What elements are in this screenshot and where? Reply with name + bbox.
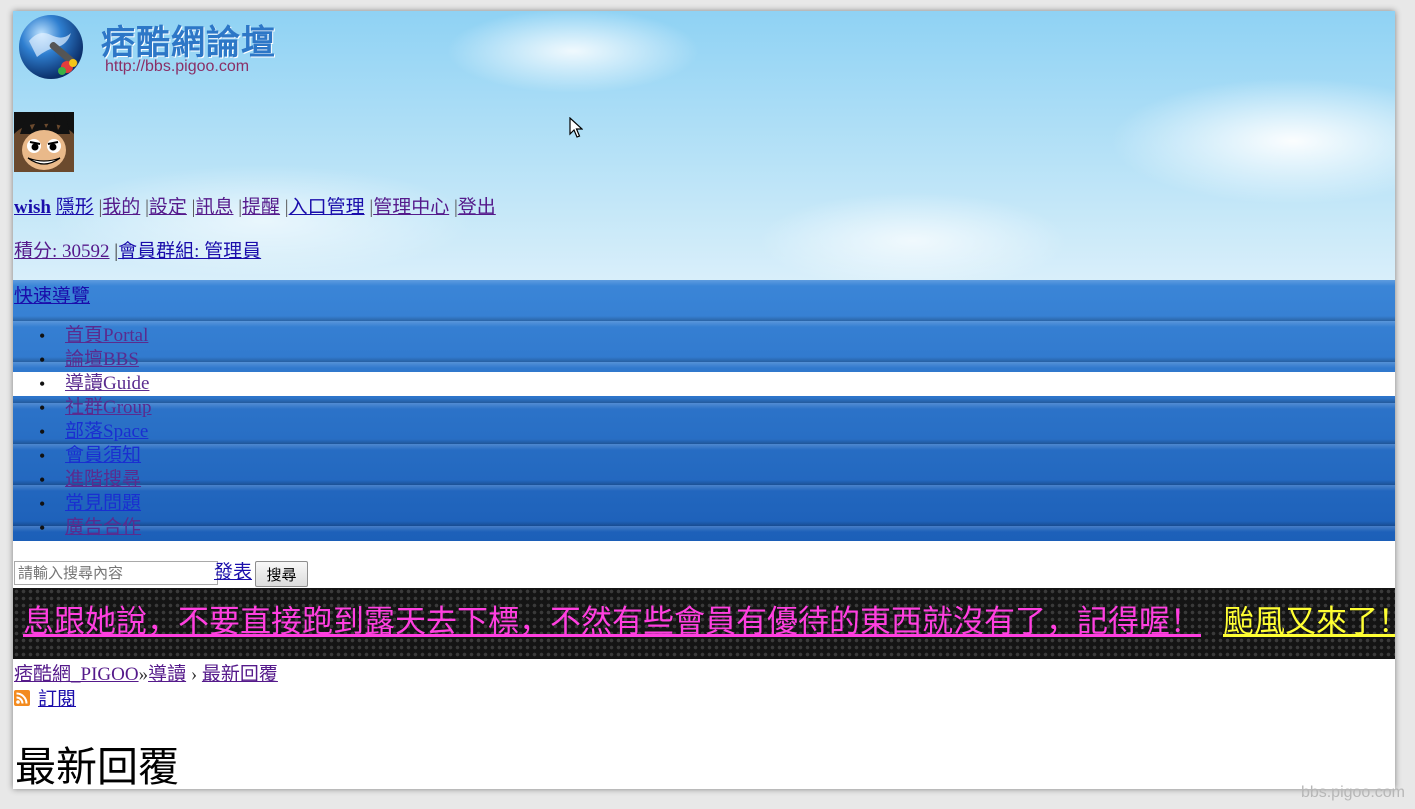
credits-link[interactable]: 積分: 30592 bbox=[14, 241, 110, 262]
settings-link[interactable]: 設定 bbox=[149, 197, 187, 218]
logout-link[interactable]: 登出 bbox=[458, 197, 496, 218]
breadcrumb-section[interactable]: 導讀 bbox=[148, 664, 186, 685]
nav-item-label[interactable]: 常見問題 bbox=[65, 493, 141, 514]
nav-item-space[interactable]: 部落Space bbox=[13, 420, 1395, 444]
rss-subscribe: 訂閱 bbox=[14, 684, 76, 711]
nav-item-advanced-search[interactable]: 進階搜尋 bbox=[13, 468, 1395, 492]
breadcrumb: 痞酷網_PIGOO»導讀 › 最新回覆 bbox=[14, 659, 278, 686]
watermark: bbs.pigoo.com bbox=[1300, 784, 1405, 801]
rss-icon[interactable] bbox=[14, 690, 30, 706]
logo-url: http://bbs.pigoo.com bbox=[105, 58, 250, 75]
nav-item-label[interactable]: 廣告合作 bbox=[65, 517, 141, 538]
nav-item-label[interactable]: 部落Space bbox=[65, 421, 148, 442]
search-input[interactable] bbox=[14, 561, 218, 585]
nav-item-rules[interactable]: 會員須知 bbox=[13, 444, 1395, 468]
admin-center-link[interactable]: 管理中心 bbox=[373, 197, 449, 218]
my-link[interactable]: 我的 bbox=[102, 197, 140, 218]
invisible-mode-link[interactable]: 隱形 bbox=[56, 197, 94, 218]
portal-admin-link[interactable]: 入口管理 bbox=[289, 197, 365, 218]
nav-menu: 首頁Portal 論壇BBS 導讀Guide 社群Group 部落Space 會… bbox=[13, 324, 1395, 540]
nav-item-bbs[interactable]: 論壇BBS bbox=[13, 348, 1395, 372]
mouse-cursor-icon bbox=[569, 117, 583, 138]
user-avatar[interactable] bbox=[14, 112, 74, 172]
nav-item-label[interactable]: 會員須知 bbox=[65, 445, 141, 466]
user-menu: wish 隱形 |我的 |設定 |訊息 |提醒 |入口管理 |管理中心 |登出 bbox=[14, 192, 496, 219]
nav-item-portal[interactable]: 首頁Portal bbox=[13, 324, 1395, 348]
breadcrumb-separator: › bbox=[190, 664, 198, 685]
nav-item-label[interactable]: 進階搜尋 bbox=[65, 469, 141, 490]
user-group-link[interactable]: 會員群組: 管理員 bbox=[118, 241, 261, 262]
search-button[interactable]: 搜尋 bbox=[255, 561, 308, 587]
announcement-link[interactable]: 颱風又來了！請 bbox=[1223, 604, 1395, 639]
logo-title: 痞酷網論壇 bbox=[101, 23, 276, 63]
globe-logo-icon bbox=[19, 15, 83, 79]
nav-item-label[interactable]: 社群Group bbox=[65, 397, 152, 418]
browser-page: 痞酷網論壇 http://bbs.pigoo.com wish 隱形 |我的 |… bbox=[13, 11, 1395, 789]
nav-item-ads[interactable]: 廣告合作 bbox=[13, 516, 1395, 540]
breadcrumb-current[interactable]: 最新回覆 bbox=[202, 664, 278, 685]
post-link[interactable]: 發表 bbox=[214, 561, 252, 585]
nav-item-label[interactable]: 論壇BBS bbox=[65, 349, 139, 370]
announcement-link[interactable]: 息跟她說，不要直接跑到露天去下標，不然有些會員有優待的東西就沒有了，記得喔！ bbox=[23, 604, 1201, 639]
nav-item-group[interactable]: 社群Group bbox=[13, 396, 1395, 420]
nav-item-faq[interactable]: 常見問題 bbox=[13, 492, 1395, 516]
subscribe-link[interactable]: 訂閱 bbox=[38, 689, 76, 710]
username-link[interactable]: wish bbox=[14, 197, 51, 218]
messages-link[interactable]: 訊息 bbox=[195, 197, 233, 218]
notifications-link[interactable]: 提醒 bbox=[242, 197, 280, 218]
nav-item-label[interactable]: 導讀Guide bbox=[65, 373, 149, 394]
breadcrumb-home[interactable]: 痞酷網_PIGOO bbox=[14, 664, 139, 685]
announcement-marquee: 息跟她說，不要直接跑到露天去下標，不然有些會員有優待的東西就沒有了，記得喔！ 颱風… bbox=[13, 588, 1395, 659]
nav-item-guide[interactable]: 導讀Guide bbox=[13, 372, 1395, 396]
nav-item-label[interactable]: 首頁Portal bbox=[65, 325, 148, 346]
user-stats: 積分: 30592 |會員群組: 管理員 bbox=[14, 236, 261, 263]
breadcrumb-separator: » bbox=[138, 664, 149, 685]
page-title: 最新回覆 bbox=[15, 744, 179, 789]
quick-nav-link[interactable]: 快速導覽 bbox=[14, 281, 90, 308]
